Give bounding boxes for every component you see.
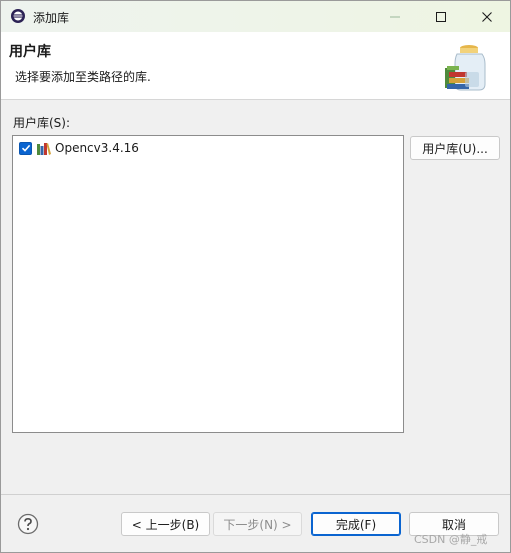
watermark-text: CSDN @静_戒	[414, 533, 488, 546]
minimize-icon	[390, 16, 400, 17]
add-library-dialog: 添加库 用户库 选择要添加至类路径的库. 用户库(S): Opencv3.4.1…	[0, 0, 511, 553]
library-books-icon	[37, 142, 52, 155]
user-libraries-button[interactable]: 用户库(U)...	[410, 136, 500, 160]
list-item[interactable]: Opencv3.4.16	[19, 140, 139, 156]
user-library-list[interactable]: Opencv3.4.16	[12, 135, 404, 433]
back-button[interactable]: < 上一步(B)	[121, 512, 210, 536]
checkmark-icon	[21, 144, 30, 152]
maximize-button[interactable]	[418, 1, 464, 32]
minimize-button[interactable]	[372, 1, 418, 32]
finish-button[interactable]: 完成(F)	[311, 512, 401, 536]
maximize-icon	[436, 11, 446, 22]
user-library-label: 用户库(S):	[13, 116, 71, 130]
page-title: 用户库	[9, 44, 51, 60]
help-icon	[17, 513, 39, 535]
title-bar[interactable]: 添加库	[1, 1, 510, 32]
footer-divider	[1, 494, 510, 495]
page-description: 选择要添加至类路径的库.	[15, 70, 151, 84]
library-checkbox[interactable]	[19, 141, 32, 155]
window-title: 添加库	[33, 11, 70, 25]
close-icon	[482, 11, 492, 22]
library-jar-icon	[439, 42, 491, 94]
header-banner: 用户库 选择要添加至类路径的库.	[1, 32, 510, 100]
library-name: Opencv3.4.16	[55, 141, 139, 155]
next-button[interactable]: 下一步(N) >	[213, 512, 302, 536]
close-button[interactable]	[464, 1, 510, 32]
eclipse-app-icon	[10, 8, 26, 24]
help-button[interactable]	[17, 513, 39, 535]
